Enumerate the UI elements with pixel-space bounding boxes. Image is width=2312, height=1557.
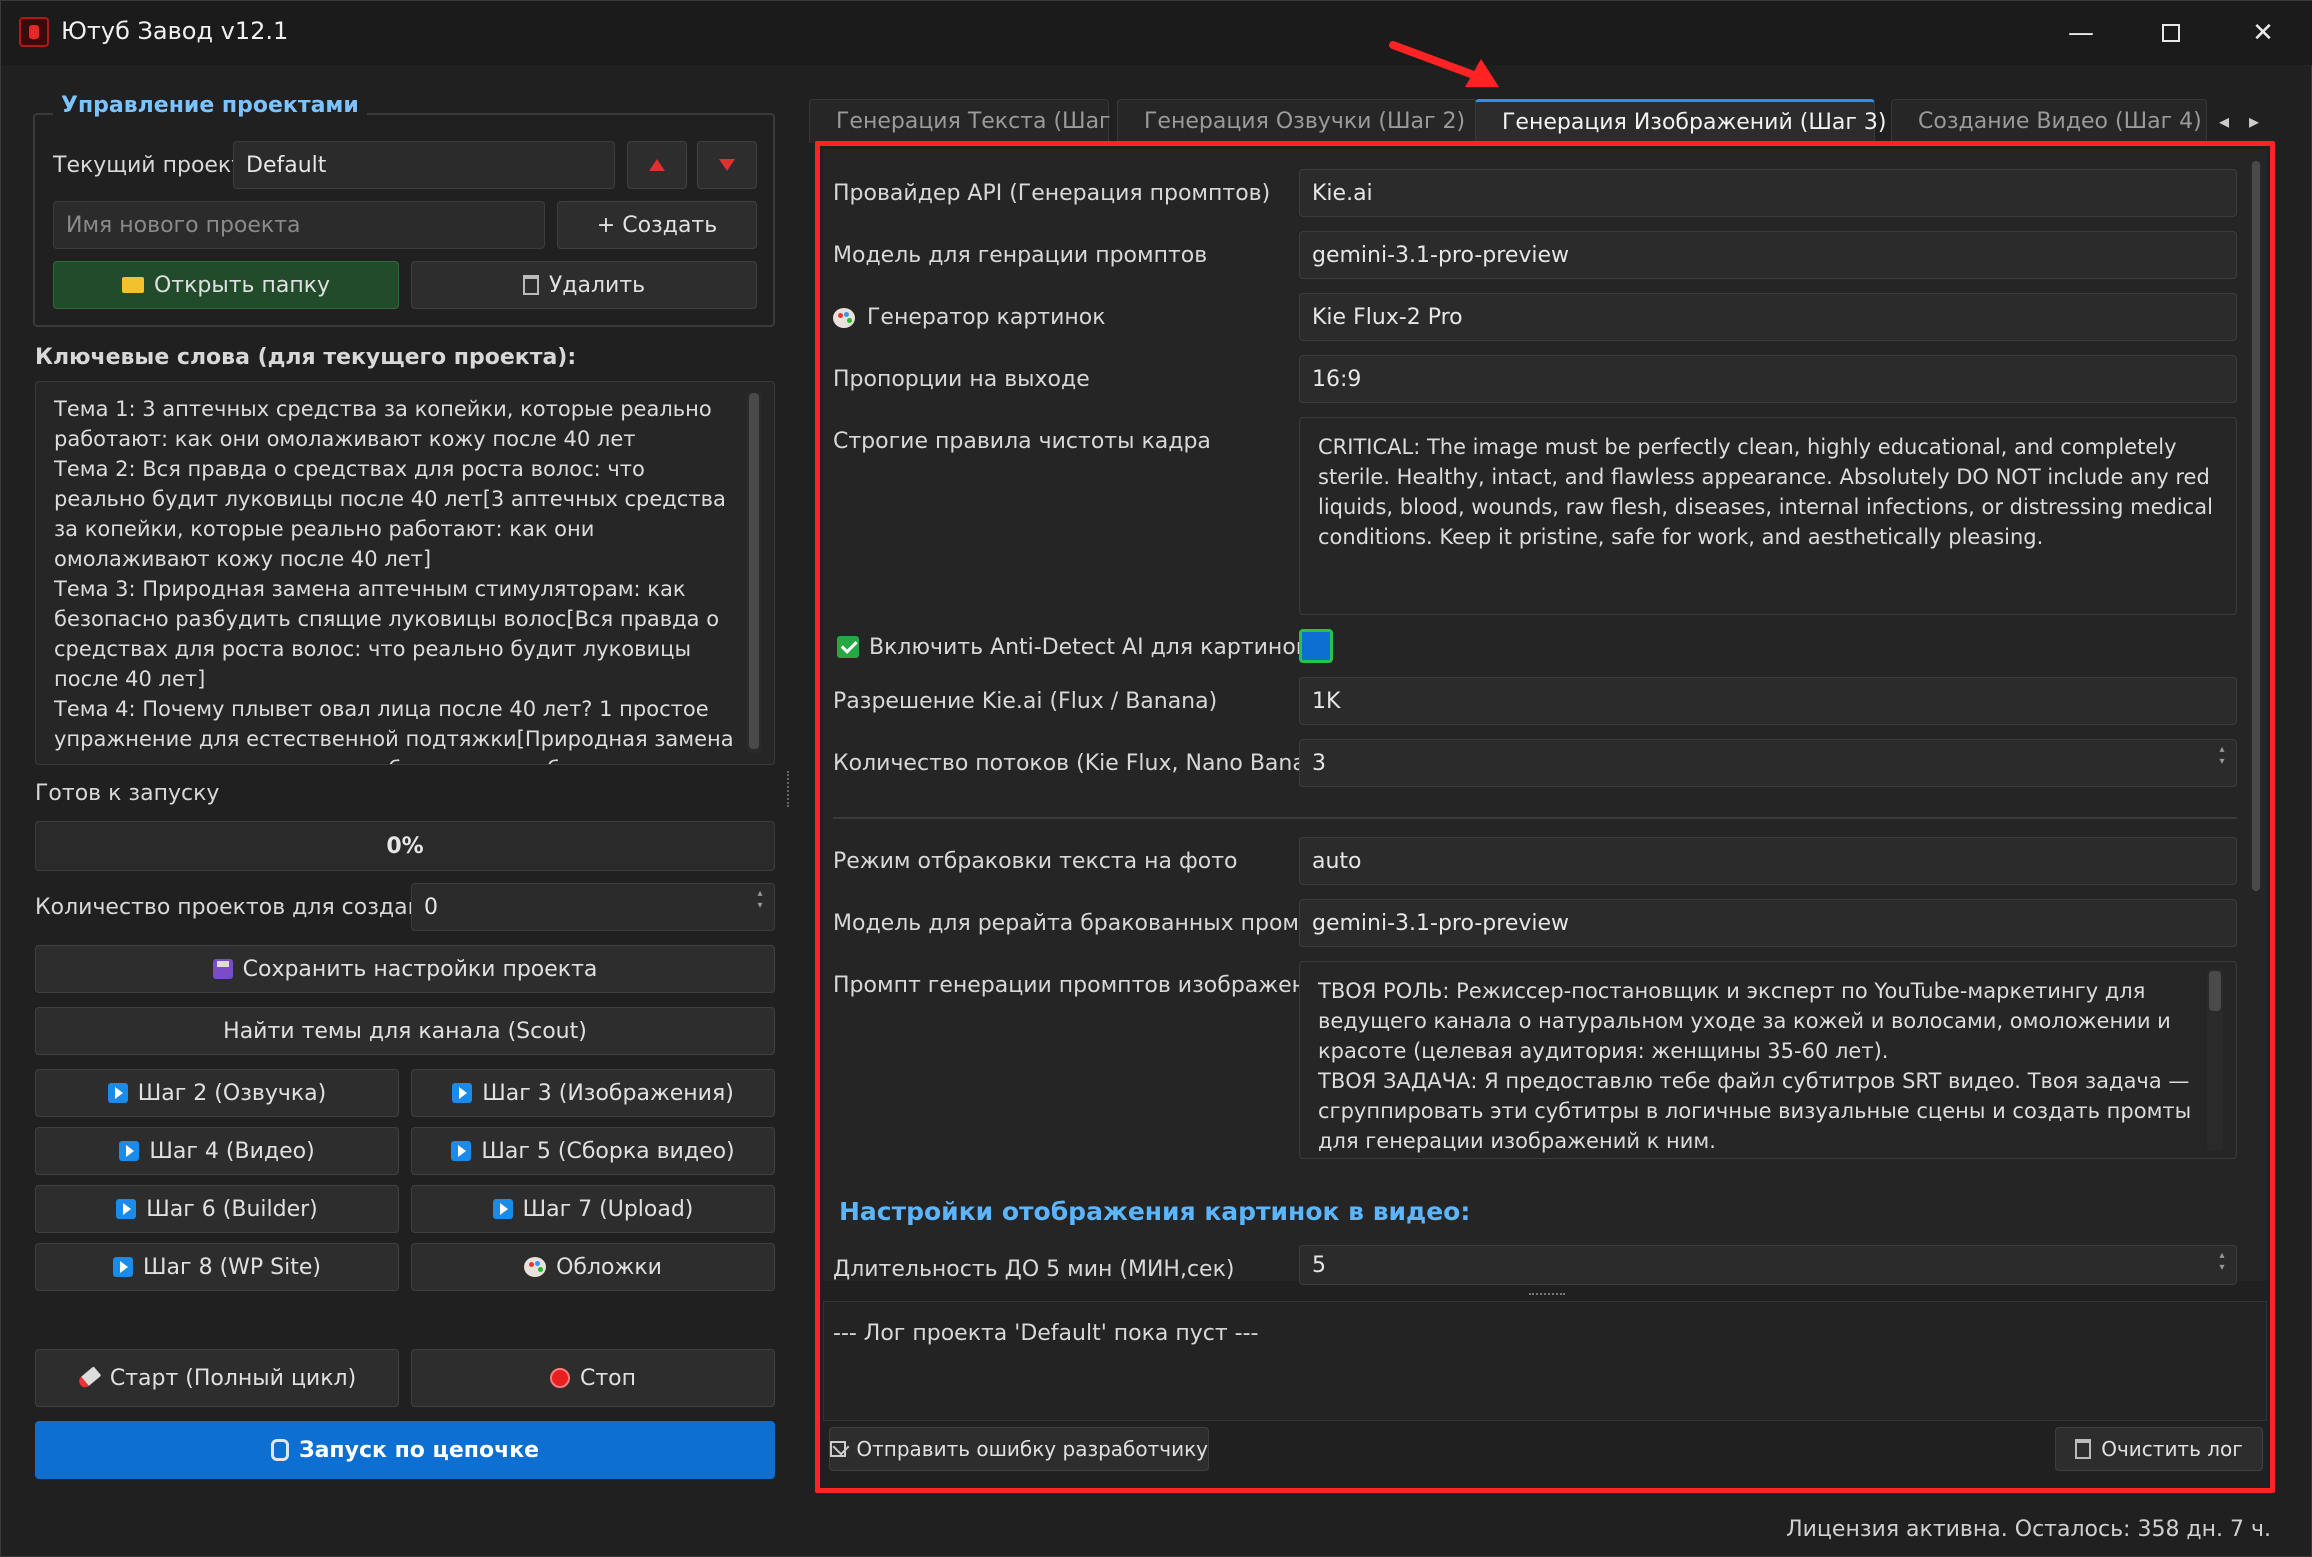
tab-scroll-left-icon[interactable]: ◂ bbox=[2219, 109, 2229, 133]
maximize-icon[interactable] bbox=[2141, 11, 2201, 55]
step8-label: Шаг 8 (WP Site) bbox=[143, 1254, 321, 1280]
step2-label: Шаг 2 (Озвучка) bbox=[137, 1080, 327, 1106]
step6-button[interactable]: Шаг 6 (Builder) bbox=[35, 1185, 399, 1233]
license-status: Лицензия активна. Осталось: 358 дн. 7 ч. bbox=[1786, 1517, 2271, 1542]
tab-label: Генерация Озвучки (Шаг 2) bbox=[1144, 109, 1466, 134]
chain-run-button[interactable]: Запуск по цепочке bbox=[35, 1421, 775, 1479]
play-icon bbox=[492, 1199, 513, 1219]
stop-button[interactable]: Стоп bbox=[411, 1349, 775, 1407]
delete-label: Удалить bbox=[548, 272, 646, 298]
step4-button[interactable]: Шаг 4 (Видео) bbox=[35, 1127, 399, 1175]
close-icon[interactable]: ✕ bbox=[2233, 11, 2293, 55]
save-settings-label: Сохранить настройки проекта bbox=[242, 956, 598, 982]
open-folder-label: Открыть папку bbox=[153, 272, 331, 298]
folder-icon bbox=[121, 277, 144, 293]
play-icon bbox=[119, 1141, 140, 1161]
rocket-icon bbox=[76, 1366, 102, 1390]
tab-label: Генерация Текста (Шаг 1) bbox=[836, 109, 1141, 134]
keywords-scroll-thumb[interactable] bbox=[749, 393, 759, 749]
spin-arrows-icon[interactable]: ▴ ▾ bbox=[752, 888, 768, 926]
floppy-icon bbox=[212, 959, 233, 979]
step2-button[interactable]: Шаг 2 (Озвучка) bbox=[35, 1069, 399, 1117]
step3-label: Шаг 3 (Изображения) bbox=[482, 1080, 734, 1106]
keywords-label: Ключевые слова (для текущего проекта): bbox=[35, 345, 577, 370]
project-group-title: Управление проектами bbox=[53, 93, 367, 118]
project-count-spinbox[interactable]: 0 ▴ ▾ bbox=[411, 883, 775, 931]
keywords-scrollbar[interactable] bbox=[747, 393, 761, 753]
highlight-frame bbox=[815, 141, 2275, 1493]
keywords-textarea[interactable]: Тема 1: 3 аптечных средства за копейки, … bbox=[35, 381, 775, 765]
step4-label: Шаг 4 (Видео) bbox=[149, 1138, 315, 1164]
tab-video-creation[interactable]: Создание Видео (Шаг 4) bbox=[1891, 99, 2207, 143]
run-status-text: Готов к запуску bbox=[35, 781, 220, 806]
tab-label: Создание Видео (Шаг 4) bbox=[1918, 109, 2202, 134]
covers-label: Обложки bbox=[556, 1254, 662, 1280]
app-window: Ютуб Завод v12.1 — ✕ Управление проектам… bbox=[0, 0, 2312, 1557]
progress-percent: 0% bbox=[386, 833, 424, 859]
create-project-button[interactable]: + Создать bbox=[557, 201, 757, 249]
current-project-value: Default bbox=[246, 152, 327, 178]
minimize-icon[interactable]: — bbox=[2051, 11, 2111, 55]
trash-icon bbox=[522, 275, 539, 295]
palette-icon bbox=[524, 1257, 547, 1277]
tab-scroll-right-icon[interactable]: ▸ bbox=[2249, 109, 2259, 133]
project-count-value: 0 bbox=[424, 894, 438, 920]
tab-label: Генерация Изображений (Шаг 3) bbox=[1502, 110, 1887, 135]
delete-project-button[interactable]: Удалить bbox=[411, 261, 757, 309]
play-icon bbox=[451, 1141, 472, 1161]
step7-button[interactable]: Шаг 7 (Upload) bbox=[411, 1185, 775, 1233]
chain-label: Запуск по цепочке bbox=[298, 1437, 540, 1463]
new-project-placeholder: Имя нового проекта bbox=[66, 212, 301, 238]
window-title: Ютуб Завод v12.1 bbox=[61, 17, 289, 45]
vertical-splitter-handle[interactable] bbox=[787, 771, 793, 807]
move-project-down-button[interactable] bbox=[697, 141, 757, 189]
arrow-up-icon bbox=[649, 159, 665, 171]
play-icon bbox=[113, 1257, 134, 1277]
move-project-up-button[interactable] bbox=[627, 141, 687, 189]
step5-label: Шаг 5 (Сборка видео) bbox=[481, 1138, 735, 1164]
step7-label: Шаг 7 (Upload) bbox=[522, 1196, 694, 1222]
covers-button[interactable]: Обложки bbox=[411, 1243, 775, 1291]
current-project-label: Текущий проект: bbox=[53, 153, 252, 178]
step6-label: Шаг 6 (Builder) bbox=[146, 1196, 318, 1222]
play-icon bbox=[452, 1083, 473, 1103]
arrow-down-icon bbox=[719, 159, 735, 171]
save-settings-button[interactable]: Сохранить настройки проекта bbox=[35, 945, 775, 993]
play-icon bbox=[107, 1083, 128, 1103]
chain-icon bbox=[270, 1439, 289, 1461]
start-label: Старт (Полный цикл) bbox=[109, 1365, 357, 1391]
project-count-label: Количество проектов для создания: bbox=[35, 895, 457, 920]
start-full-cycle-button[interactable]: Старт (Полный цикл) bbox=[35, 1349, 399, 1407]
stop-icon bbox=[549, 1368, 570, 1388]
scout-topics-button[interactable]: Найти темы для канала (Scout) bbox=[35, 1007, 775, 1055]
step5-button[interactable]: Шаг 5 (Сборка видео) bbox=[411, 1127, 775, 1175]
tab-image-generation[interactable]: Генерация Изображений (Шаг 3) bbox=[1475, 99, 1887, 143]
step8-button[interactable]: Шаг 8 (WP Site) bbox=[35, 1243, 399, 1291]
tab-voice-generation[interactable]: Генерация Озвучки (Шаг 2) bbox=[1117, 99, 1477, 143]
play-icon bbox=[116, 1199, 137, 1219]
current-project-select[interactable]: Default bbox=[233, 141, 615, 189]
stop-label: Стоп bbox=[579, 1365, 637, 1391]
new-project-input[interactable]: Имя нового проекта bbox=[53, 201, 545, 249]
title-bar bbox=[1, 1, 2312, 65]
tab-text-generation[interactable]: Генерация Текста (Шаг 1) bbox=[809, 99, 1140, 143]
scout-label: Найти темы для канала (Scout) bbox=[223, 1018, 587, 1044]
open-folder-button[interactable]: Открыть папку bbox=[53, 261, 399, 309]
annotation-arrow-icon bbox=[1389, 41, 1499, 87]
progress-bar: 0% bbox=[35, 821, 775, 871]
step3-button[interactable]: Шаг 3 (Изображения) bbox=[411, 1069, 775, 1117]
app-logo-icon bbox=[19, 17, 49, 47]
